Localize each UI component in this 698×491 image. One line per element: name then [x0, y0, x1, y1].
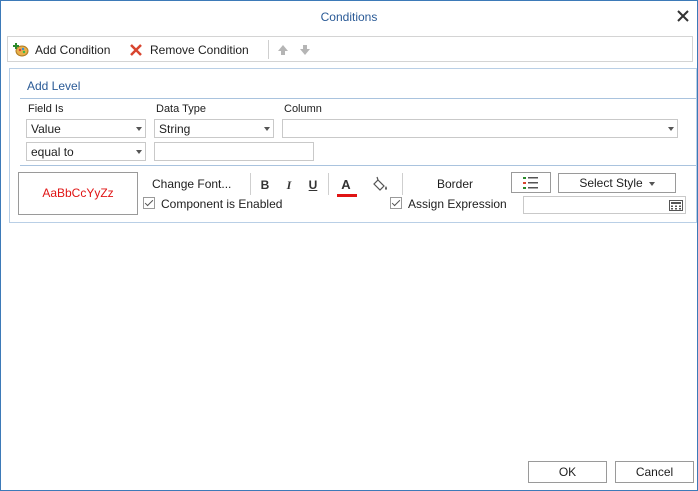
toolbar-divider: [250, 173, 251, 195]
move-up-arrow-icon[interactable]: [276, 43, 290, 57]
select-style-dropdown[interactable]: Select Style: [558, 173, 676, 193]
chevron-down-icon: [136, 150, 142, 154]
ok-button[interactable]: OK: [528, 461, 607, 483]
dialog-title: Conditions: [320, 10, 378, 24]
bold-button[interactable]: B: [256, 176, 274, 194]
assign-expression-checkbox[interactable]: [390, 197, 402, 209]
toolbar: Add Condition Remove Condition: [7, 36, 693, 62]
underline-button[interactable]: U: [304, 176, 322, 194]
add-condition-button[interactable]: Add Condition: [13, 40, 110, 59]
data-type-select[interactable]: String: [154, 119, 274, 138]
chevron-down-icon: [136, 127, 142, 131]
italic-button[interactable]: I: [280, 176, 298, 194]
move-down-arrow-icon[interactable]: [298, 43, 312, 57]
chevron-down-icon: [668, 127, 674, 131]
expression-input[interactable]: [523, 196, 686, 214]
toolbar-divider: [402, 173, 403, 195]
add-condition-label: Add Condition: [35, 42, 111, 57]
field-is-select[interactable]: Value: [26, 119, 146, 138]
condition-level-panel: Add Level Field Is Data Type Column Valu…: [9, 68, 697, 223]
remove-condition-button[interactable]: Remove Condition: [128, 40, 249, 59]
font-color-letter: A: [341, 177, 351, 192]
column-select[interactable]: [282, 119, 678, 138]
fill-bucket-icon[interactable]: [373, 176, 391, 194]
field-is-label: Field Is: [28, 103, 64, 115]
border-button[interactable]: Border: [437, 177, 473, 191]
close-icon[interactable]: [675, 8, 691, 24]
chevron-down-icon: [264, 127, 270, 131]
component-enabled-label: Component is Enabled: [161, 197, 283, 211]
calculator-icon[interactable]: [669, 200, 683, 211]
style-preview: AaBbCcYyZz: [18, 172, 138, 215]
list-style-button[interactable]: [511, 172, 551, 193]
field-is-value: Value: [31, 122, 61, 136]
list-icon: [523, 177, 538, 189]
conditions-dialog: Conditions Add Condition Remove Conditio…: [0, 0, 698, 491]
operator-value: equal to: [31, 145, 74, 159]
palette-plus-icon: [13, 42, 29, 56]
toolbar-divider: [268, 40, 269, 59]
change-font-button[interactable]: Change Font...: [152, 177, 231, 191]
assign-expression-label: Assign Expression: [408, 197, 507, 211]
remove-x-icon: [130, 43, 142, 56]
font-color-bar: [337, 194, 357, 197]
select-style-label: Select Style: [579, 176, 643, 190]
component-enabled-checkbox[interactable]: [143, 197, 155, 209]
chevron-down-icon: [648, 181, 655, 186]
cancel-button[interactable]: Cancel: [615, 461, 694, 483]
add-level-title: Add Level: [27, 79, 81, 93]
font-color-button[interactable]: A: [337, 176, 357, 197]
panel-divider: [20, 98, 696, 99]
remove-condition-label: Remove Condition: [150, 42, 249, 57]
data-type-value: String: [159, 122, 191, 136]
column-label: Column: [284, 103, 322, 115]
operator-select[interactable]: equal to: [26, 142, 146, 161]
compare-value-input[interactable]: [154, 142, 314, 161]
toolbar-divider: [328, 173, 329, 195]
panel-divider: [20, 165, 696, 166]
data-type-label: Data Type: [156, 103, 206, 115]
title-bar: Conditions: [1, 1, 697, 33]
